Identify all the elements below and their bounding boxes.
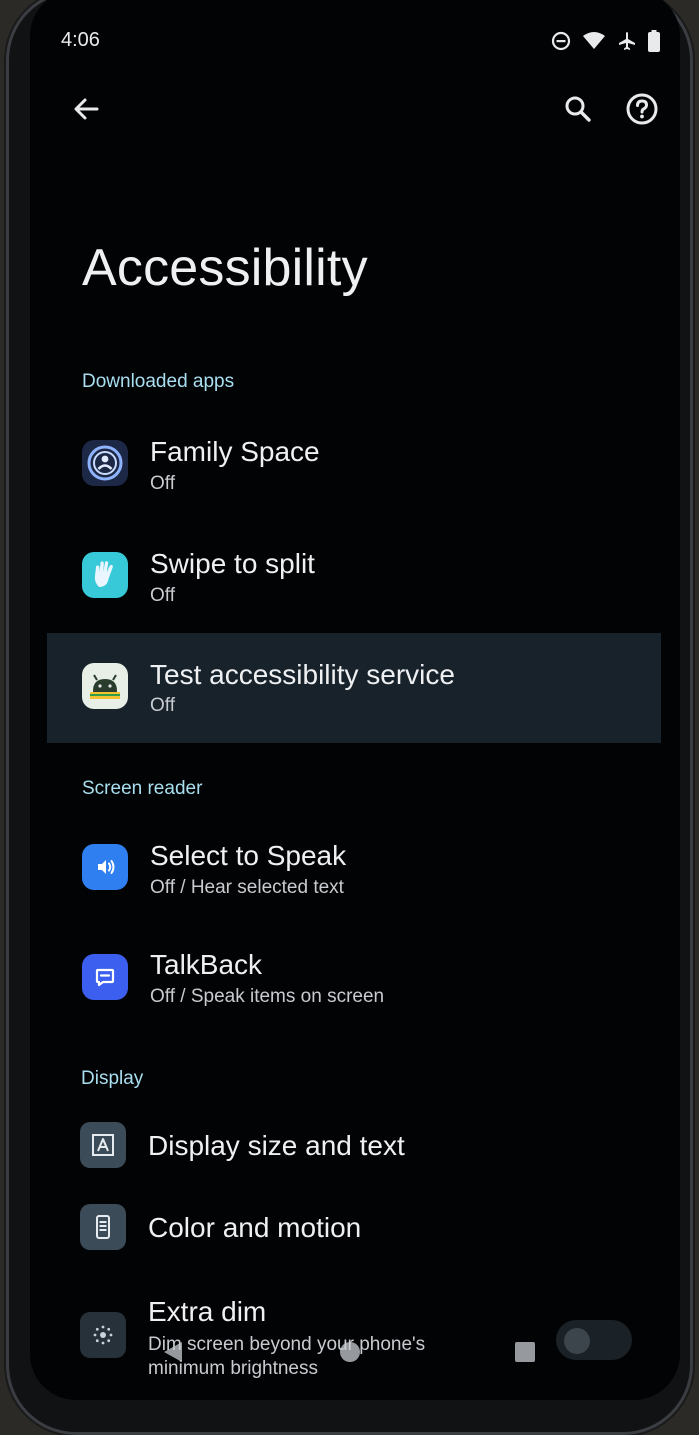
nav-recents-icon[interactable] [515, 1342, 535, 1362]
list-item-test-accessibility-service[interactable]: Test accessibility service Off [47, 633, 661, 743]
list-item-subtitle: Off [150, 695, 175, 716]
status-time: 4:06 [61, 29, 100, 51]
android-app-icon [82, 663, 128, 709]
list-item-subtitle: Off [150, 585, 175, 606]
help-button[interactable] [623, 92, 661, 130]
list-item-display-size-and-text[interactable]: Display size and text [30, 1110, 680, 1186]
back-button[interactable] [68, 93, 104, 129]
phone-frame: 4:06 Accessibility Downloaded apps Famil… [6, 0, 693, 1435]
list-item-swipe-to-split[interactable]: Swipe to split Off [30, 530, 680, 630]
top-app-bar [30, 86, 680, 136]
list-item-title: TalkBack [150, 949, 263, 980]
list-item-subtitle: Off / Speak items on screen [150, 986, 385, 1007]
list-item-talkback[interactable]: TalkBack Off / Speak items on screen [30, 932, 680, 1032]
list-item-title: Family Space [150, 436, 320, 467]
arrow-back-icon [72, 95, 100, 128]
talkback-icon [82, 954, 128, 1000]
nav-home-icon[interactable] [340, 1342, 360, 1362]
status-bar: 4:06 [30, 0, 680, 80]
list-item-title: Display size and text [148, 1130, 405, 1161]
select-to-speak-icon [82, 844, 128, 890]
page-title: Accessibility [82, 239, 368, 297]
text-size-icon [80, 1122, 126, 1168]
wifi-icon [582, 31, 606, 51]
search-icon [564, 95, 592, 128]
list-item-subtitle: Off / Hear selected text [150, 877, 344, 898]
list-item-title: Swipe to split [150, 548, 315, 579]
nav-back-icon[interactable] [162, 1340, 184, 1369]
list-item-family-space[interactable]: Family Space Off [30, 420, 680, 520]
phone-color-icon [80, 1204, 126, 1250]
section-header-screen-reader: Screen reader [82, 778, 203, 799]
search-button[interactable] [560, 93, 596, 129]
screen: 4:06 Accessibility Downloaded apps Famil… [30, 0, 680, 1400]
swipe-hand-icon [82, 552, 128, 598]
help-icon [625, 92, 659, 131]
section-header-display: Display [81, 1068, 144, 1089]
navigation-bar [30, 1320, 680, 1380]
battery-icon [648, 30, 660, 52]
family-space-icon [82, 440, 128, 486]
airplane-icon [617, 31, 637, 51]
list-item-select-to-speak[interactable]: Select to Speak Off / Hear selected text [30, 822, 680, 922]
list-item-subtitle: Off [150, 473, 175, 494]
section-header-downloaded-apps: Downloaded apps [82, 371, 235, 392]
status-icons [551, 30, 660, 52]
list-item-color-and-motion[interactable]: Color and motion [30, 1192, 680, 1268]
list-item-title: Select to Speak [150, 840, 347, 871]
list-item-title: Test accessibility service [150, 659, 455, 690]
do-not-disturb-icon [551, 31, 571, 51]
list-item-title: Color and motion [148, 1212, 362, 1243]
